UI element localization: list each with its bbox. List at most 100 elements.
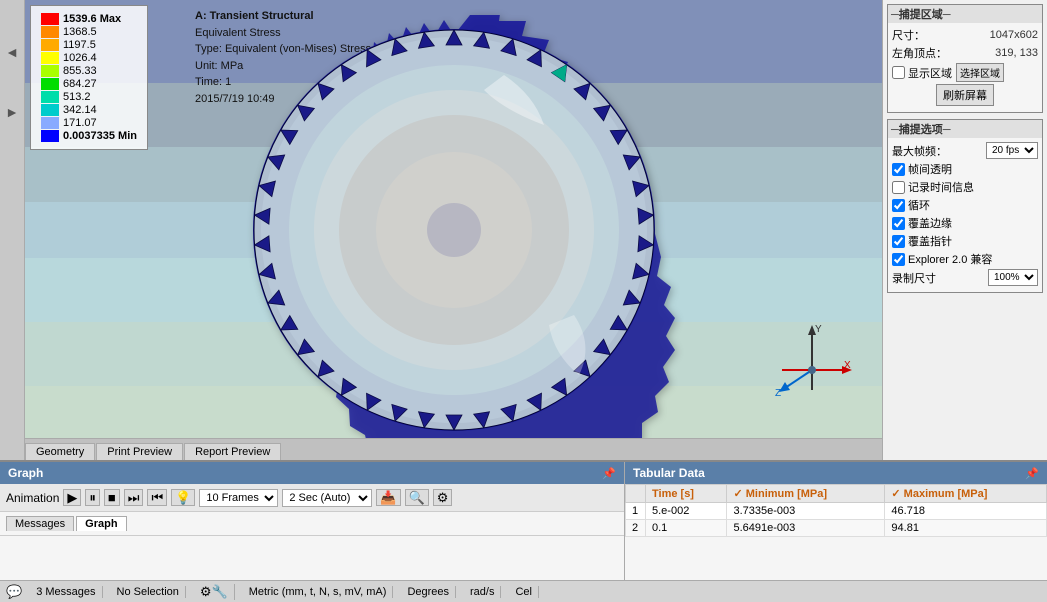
corner-label: 左角顶点：: [892, 45, 993, 61]
record-time-label: 记录时间信息: [908, 179, 974, 195]
frame-transparent-checkbox[interactable]: [892, 163, 905, 176]
bottom-panels: Graph 📌 Animation ▶ ⏸ ■ ⏭ ⏮ 💡 10 Frames …: [0, 460, 1047, 580]
expand-arrow[interactable]: ◄: [5, 44, 19, 60]
row-max-1: 46.718: [885, 503, 1047, 520]
capture-region-title: ─捕提区域─: [888, 5, 1042, 23]
size-label: 尺寸：: [892, 27, 988, 43]
frame-transparent-label: 帧间透明: [908, 161, 952, 177]
stop-button[interactable]: ■: [104, 489, 120, 506]
max-fps-label: 最大帧频：: [892, 143, 986, 159]
max-fps-row: 最大帧频： 20 fps 30 fps 60 fps: [892, 142, 1038, 159]
tab-report-preview[interactable]: Report Preview: [184, 443, 281, 460]
corner-row: 左角顶点： 319, 133: [892, 45, 1038, 61]
size-row: 尺寸： 1047x602: [892, 27, 1038, 43]
right-panel: ─捕提区域─ 尺寸： 1047x602 左角顶点： 319, 133 显示区域 …: [882, 0, 1047, 460]
explorer-compat-checkbox[interactable]: [892, 253, 905, 266]
tabular-pin-icon[interactable]: 📌: [1025, 467, 1039, 480]
celsius-status: Cel: [509, 586, 539, 598]
frame-transparent-row[interactable]: 帧间透明: [892, 161, 1038, 177]
loop-checkbox[interactable]: [892, 199, 905, 212]
record-size-select[interactable]: 100% 75% 50%: [988, 269, 1038, 286]
row-min-2: 5.6491e-003: [727, 520, 885, 537]
graph-pin-icon[interactable]: 📌: [602, 467, 616, 480]
status-bar: 💬 3 Messages No Selection ⚙🔧 Metric (mm,…: [0, 580, 1047, 602]
row-min-1: 3.7335e-003: [727, 503, 885, 520]
cover-cursor-row[interactable]: 覆盖指针: [892, 233, 1038, 249]
graph-toolbar: Animation ▶ ⏸ ■ ⏭ ⏮ 💡 10 Frames 2 Sec (A…: [0, 484, 624, 512]
col-header-min: ✓ Minimum [MPa]: [727, 485, 885, 503]
corner-value: 319, 133: [995, 47, 1038, 59]
row-time-1: 5.e-002: [646, 503, 727, 520]
loop-label: 循环: [908, 197, 930, 213]
cover-edge-label: 覆盖边缘: [908, 215, 952, 231]
cover-edge-checkbox[interactable]: [892, 217, 905, 230]
capture-options-section: ─捕提选项─ 最大帧频： 20 fps 30 fps 60 fps 帧间透明 记…: [887, 119, 1043, 293]
show-region-row[interactable]: 显示区域 选择区域: [892, 63, 1038, 82]
graph-panel: Graph 📌 Animation ▶ ⏸ ■ ⏭ ⏮ 💡 10 Frames …: [0, 462, 625, 580]
metric-status: Metric (mm, t, N, s, mV, mA): [243, 586, 394, 598]
cover-edge-row[interactable]: 覆盖边缘: [892, 215, 1038, 231]
frames-select[interactable]: 10 Frames: [199, 489, 278, 507]
radians-status: rad/s: [464, 586, 501, 598]
pause-button[interactable]: ⏸: [85, 489, 100, 506]
col-header-num: [626, 485, 646, 503]
input-lang-icons[interactable]: ⚙🔧: [194, 584, 235, 600]
graph-header: Graph 📌: [0, 462, 624, 484]
size-value: 1047x602: [990, 29, 1038, 41]
tab-geometry[interactable]: Geometry: [25, 443, 95, 460]
row-time-2: 0.1: [646, 520, 727, 537]
play-button[interactable]: ▶: [63, 489, 81, 506]
light-bulb-button[interactable]: 💡: [171, 489, 195, 506]
capture-options-title: ─捕提选项─: [888, 120, 1042, 138]
tabular-title: Tabular Data: [633, 466, 705, 480]
refresh-button[interactable]: 刷新屏幕: [936, 84, 994, 106]
show-region-checkbox[interactable]: [892, 66, 905, 79]
col-header-max: ✓ Maximum [MPa]: [885, 485, 1047, 503]
step-back-button[interactable]: ⏮: [147, 489, 167, 506]
record-size-label: 录制尺寸: [892, 270, 988, 286]
loop-row[interactable]: 循环: [892, 197, 1038, 213]
tabular-table: Time [s] ✓ Minimum [MPa] ✓ Maximum [MPa]…: [625, 484, 1047, 537]
tab-messages[interactable]: Messages: [6, 516, 74, 531]
row-num-2: 2: [626, 520, 646, 537]
step-forward-button[interactable]: ⏭: [124, 489, 144, 506]
graph-tabs: Messages Graph: [0, 512, 624, 536]
tabular-scroll[interactable]: Time [s] ✓ Minimum [MPa] ✓ Maximum [MPa]…: [625, 484, 1047, 580]
max-fps-select[interactable]: 20 fps 30 fps 60 fps: [986, 142, 1038, 159]
zoom-button[interactable]: 🔍: [405, 489, 429, 506]
collapse-arrow[interactable]: ►: [5, 104, 19, 120]
col-header-time: Time [s]: [646, 485, 727, 503]
selection-status: No Selection: [111, 586, 186, 598]
settings-button[interactable]: ⚙: [433, 489, 453, 506]
svg-text:Y: Y: [815, 324, 822, 335]
cover-cursor-label: 覆盖指针: [908, 233, 952, 249]
show-region-label: 显示区域: [908, 65, 952, 81]
table-row: 1 5.e-002 3.7335e-003 46.718: [626, 503, 1047, 520]
capture-region-section: ─捕提区域─ 尺寸： 1047x602 左角顶点： 319, 133 显示区域 …: [887, 4, 1043, 113]
status-icon: 💬: [6, 584, 22, 600]
graph-title: Graph: [8, 466, 43, 480]
export-button[interactable]: 📥: [376, 489, 400, 506]
degrees-status: Degrees: [401, 586, 456, 598]
gear-visualization: /* teeth */: [25, 0, 882, 460]
left-sidebar: ◄ ►: [0, 0, 25, 460]
time-select[interactable]: 2 Sec (Auto): [282, 489, 372, 507]
explorer-compat-label: Explorer 2.0 兼容: [908, 251, 992, 267]
animation-label: Animation: [6, 491, 59, 505]
tabular-header: Tabular Data 📌: [625, 462, 1047, 484]
tab-print-preview[interactable]: Print Preview: [96, 443, 183, 460]
coordinate-axes: Y X Z: [772, 320, 852, 400]
explorer-compat-row[interactable]: Explorer 2.0 兼容: [892, 251, 1038, 267]
row-max-2: 94.81: [885, 520, 1047, 537]
tab-graph[interactable]: Graph: [76, 516, 126, 531]
record-time-checkbox[interactable]: [892, 181, 905, 194]
svg-text:Z: Z: [775, 388, 781, 399]
row-num-1: 1: [626, 503, 646, 520]
tabular-panel: Tabular Data 📌 Time [s] ✓ Minimum [MPa] …: [625, 462, 1047, 580]
record-time-row[interactable]: 记录时间信息: [892, 179, 1038, 195]
svg-text:X: X: [844, 360, 851, 371]
table-row: 2 0.1 5.6491e-003 94.81: [626, 520, 1047, 537]
cover-cursor-checkbox[interactable]: [892, 235, 905, 248]
select-region-button[interactable]: 选择区域: [956, 63, 1004, 82]
messages-status: 3 Messages: [30, 586, 102, 598]
